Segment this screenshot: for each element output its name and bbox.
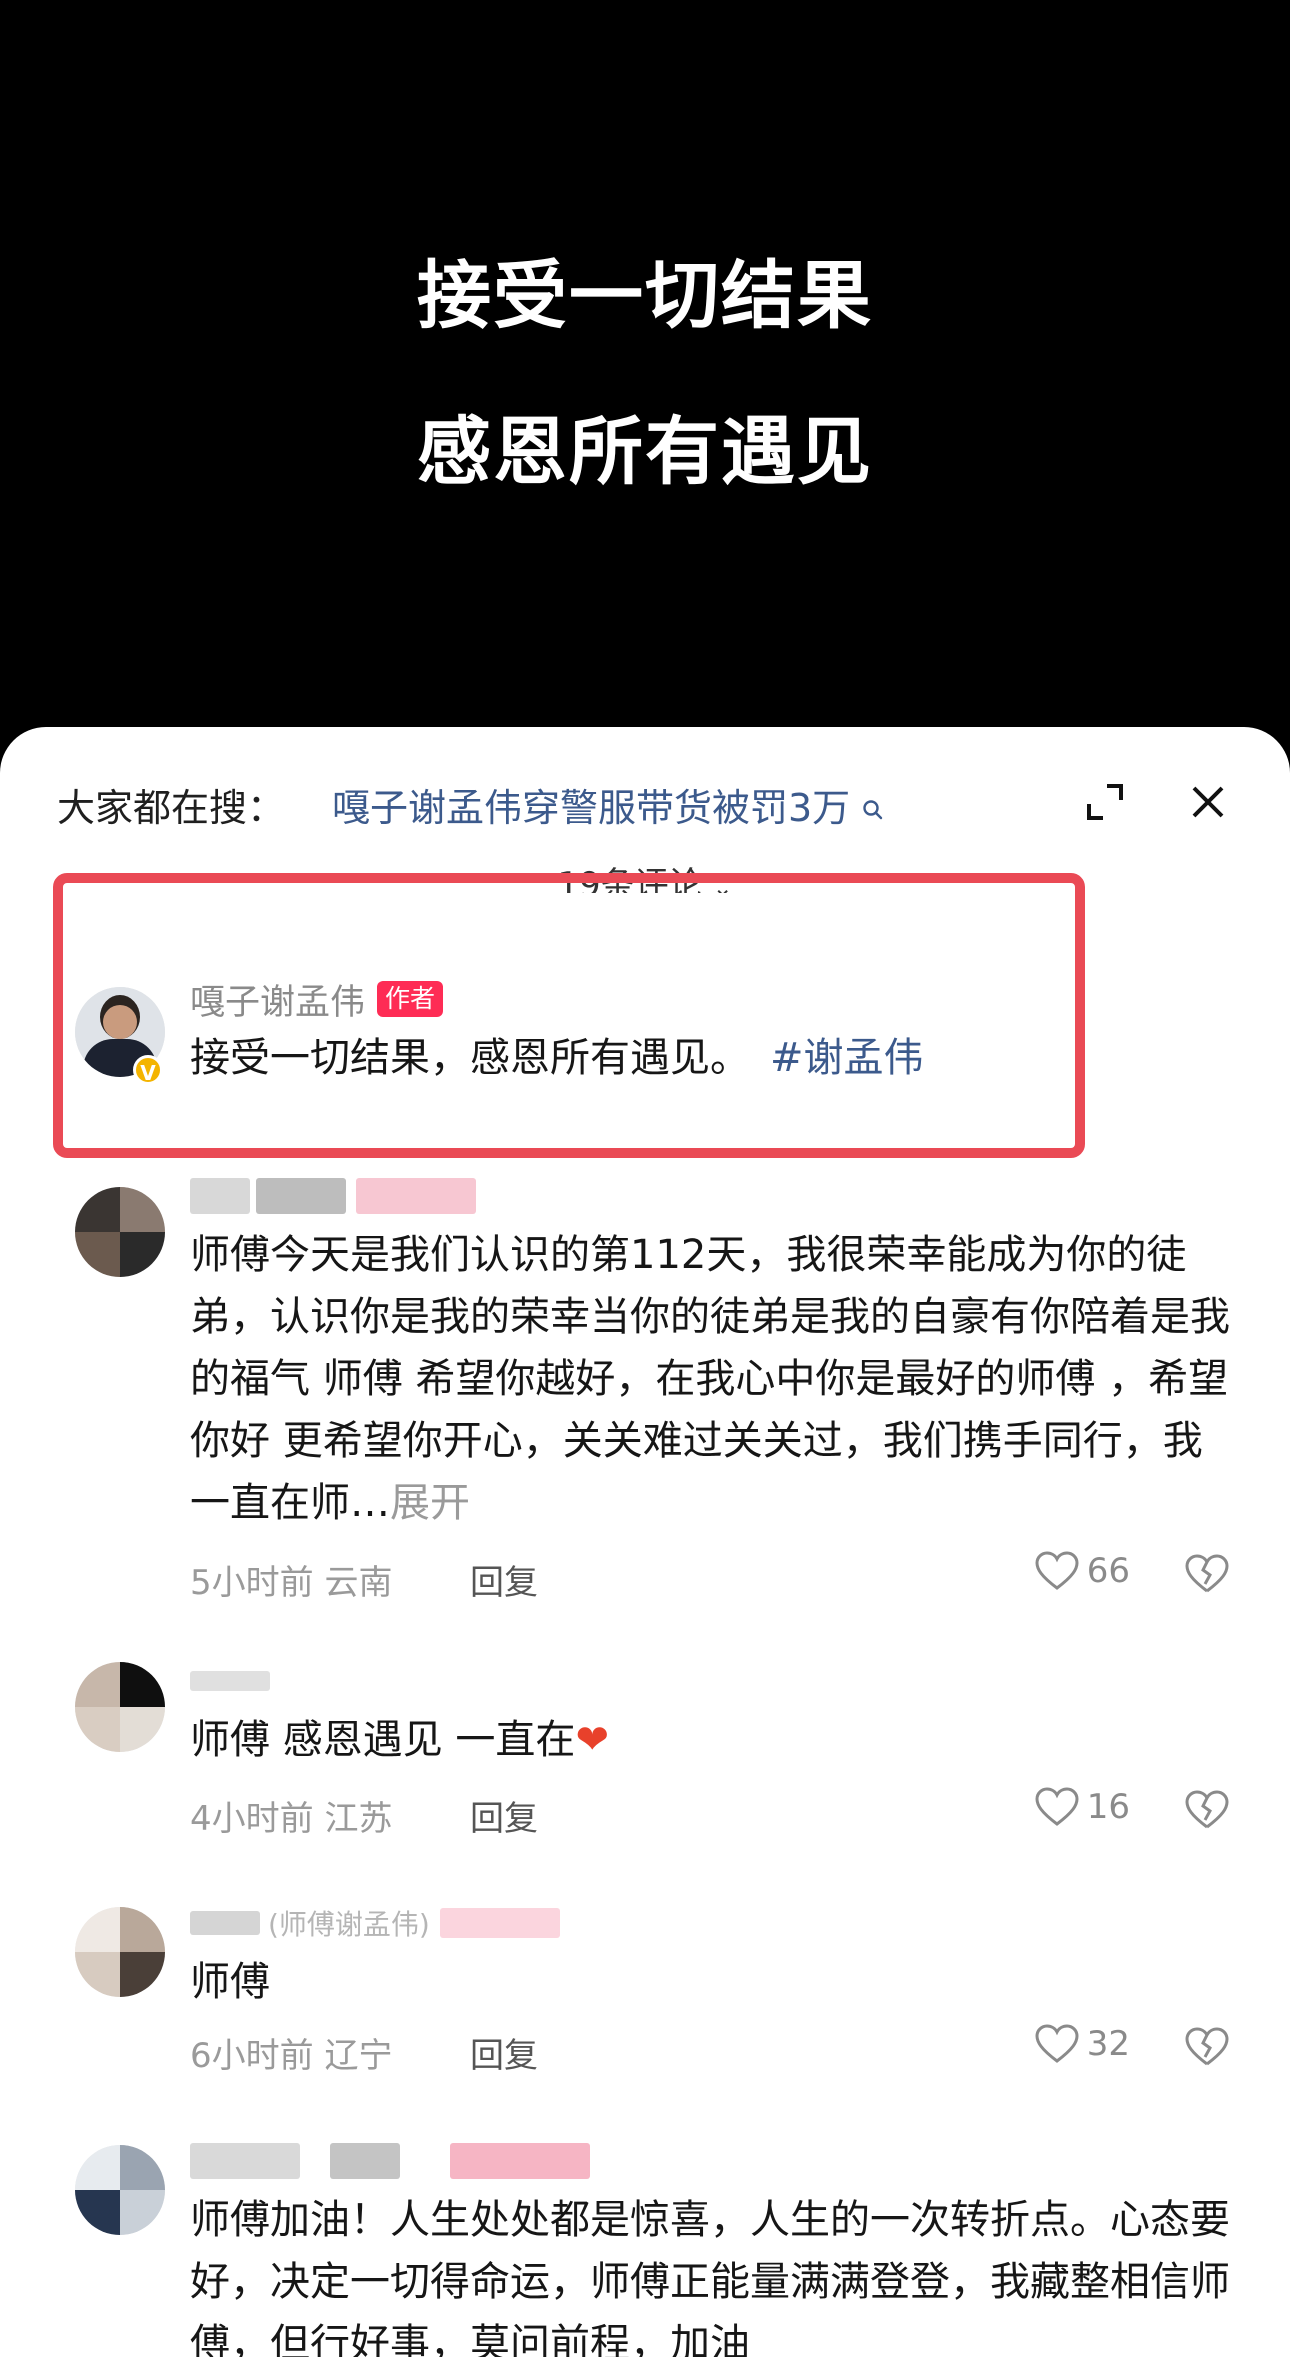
avatar[interactable] <box>75 1907 165 1997</box>
comment-username[interactable] <box>190 1172 1230 1220</box>
comments-count[interactable]: 19条评论 ⌄ <box>0 857 1290 893</box>
reply-button[interactable]: 回复 <box>470 2028 538 2077</box>
dislike-button[interactable] <box>1184 2026 1230 2077</box>
broken-heart-icon <box>1185 1554 1229 1593</box>
comment-sheet-header: 大家都在搜： 嘎子谢孟伟穿警服带货被罚3万 <box>57 767 1290 837</box>
comment-timestamp: 6小时前 辽宁 <box>190 2036 393 2076</box>
dislike-button[interactable] <box>1184 1789 1230 1840</box>
comment-meta: 5小时前 云南 回复 66 <box>190 1551 1230 1604</box>
comment-timestamp: 4小时前 江苏 <box>190 1799 393 1839</box>
close-icon[interactable] <box>1173 767 1243 837</box>
dislike-button[interactable] <box>1184 1553 1230 1604</box>
reply-button[interactable]: 回复 <box>470 1791 538 1840</box>
like-button[interactable]: 16 <box>1035 1787 1130 1827</box>
avatar[interactable] <box>75 2145 165 2235</box>
expand-text-link[interactable]: 展开 <box>390 1480 470 1526</box>
verified-badge: V <box>133 1055 163 1085</box>
heart-emoji-icon: ❤ <box>575 1717 609 1763</box>
comment-text: 师傅 <box>190 1959 270 2005</box>
like-count: 16 <box>1086 1787 1130 1827</box>
chevron-down-icon: ⌄ <box>712 874 733 893</box>
like-count: 32 <box>1086 2024 1130 2064</box>
search-suggestion-label: 大家都在搜： <box>57 786 286 830</box>
broken-heart-icon <box>1185 1790 1229 1829</box>
comment-meta: 6小时前 辽宁 回复 32 <box>190 2024 1230 2077</box>
heart-icon <box>1035 1787 1079 1826</box>
like-count: 66 <box>1086 1551 1130 1591</box>
comment-username[interactable] <box>190 1657 1230 1705</box>
like-button[interactable]: 32 <box>1035 2024 1130 2064</box>
avatar[interactable] <box>75 1187 165 1277</box>
comment-meta: 4小时前 江苏 回复 16 <box>190 1787 1230 1840</box>
comment-username[interactable] <box>190 2137 1230 2185</box>
comment-sheet: 大家都在搜： 嘎子谢孟伟穿警服带货被罚3万 19条评论 ⌄ V 嘎子谢孟伟 作者 … <box>0 727 1290 2357</box>
like-button[interactable]: 66 <box>1035 1551 1130 1591</box>
comment-username[interactable]: (师傅谢孟伟) <box>190 1899 1230 1947</box>
comment-username[interactable]: 嘎子谢孟伟 作者 <box>190 975 1230 1023</box>
hashtag-link[interactable]: #谢孟伟 <box>770 1035 924 1081</box>
video-caption-line-1: 接受一切结果 <box>417 253 873 339</box>
avatar[interactable] <box>75 1662 165 1752</box>
comment-text: 师傅今天是我们认识的第112天，我很荣幸能成为你的徒弟，认识你是我的荣幸当你的徒… <box>190 1232 1230 1526</box>
heart-icon <box>1035 2024 1079 2063</box>
comment-text: 师傅加油！人生处处都是惊喜，人生的一次转折点。心态要好，决定一切得命运，师傅正能… <box>190 2197 1230 2357</box>
comment-text: 接受一切结果，感恩所有遇见。 #谢孟伟 <box>190 1035 924 1081</box>
expand-icon[interactable] <box>1070 767 1140 837</box>
comment-timestamp: 5小时前 云南 <box>190 1563 393 1603</box>
video-player[interactable]: 接受一切结果 感恩所有遇见 <box>0 0 1290 760</box>
comment-text: 师傅 感恩遇见 一直在❤ <box>190 1717 609 1763</box>
video-caption-line-2: 感恩所有遇见 <box>417 409 873 495</box>
reply-button[interactable]: 回复 <box>470 1555 538 1604</box>
broken-heart-icon <box>1185 2027 1229 2066</box>
heart-icon <box>1035 1551 1079 1590</box>
search-suggestion-link[interactable]: 嘎子谢孟伟穿警服带货被罚3万 <box>332 777 884 832</box>
author-tag: 作者 <box>377 981 444 1017</box>
search-icon <box>854 798 884 828</box>
